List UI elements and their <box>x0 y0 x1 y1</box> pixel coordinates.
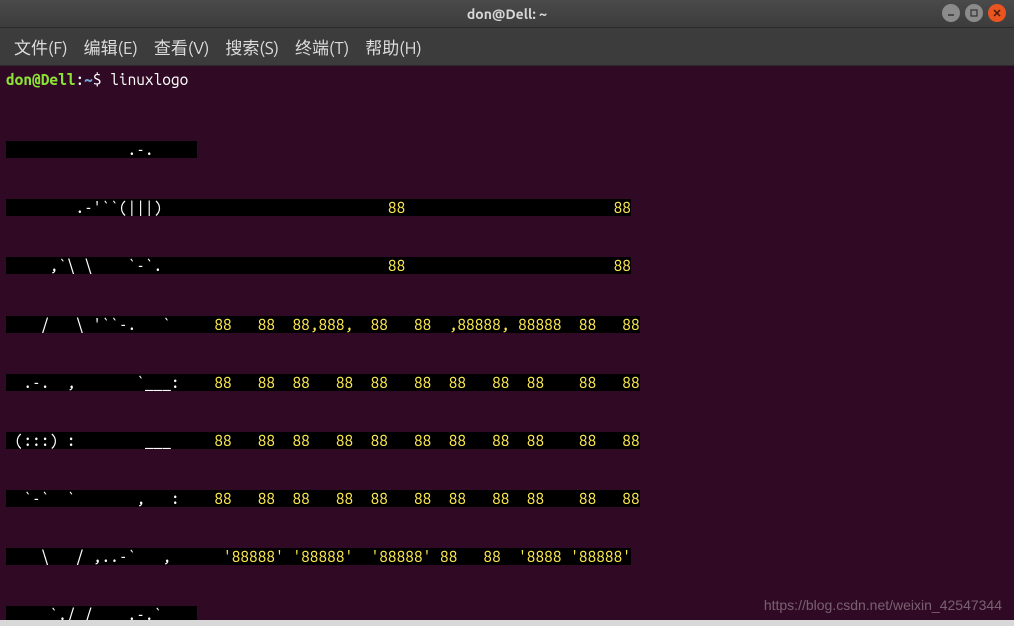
txt-l2: 88 88 <box>197 199 631 216</box>
menu-file[interactable]: 文件(F) <box>8 30 74 63</box>
title-bar[interactable]: don@Dell: ~ <box>0 0 1014 28</box>
menu-search[interactable]: 搜索(S) <box>219 30 285 63</box>
prompt-user-host: don@Dell <box>6 71 75 88</box>
maximize-button[interactable] <box>965 4 983 22</box>
tux-l4: / \ '``-. ` <box>6 316 197 333</box>
txt-l7: 88 88 88 88 88 88 88 88 88 88 88 <box>197 490 640 507</box>
terminal-body[interactable]: don@Dell:~$ linuxlogo .-. .-'``(|||) 88 … <box>0 66 1014 620</box>
txt-l6: 88 88 88 88 88 88 88 88 88 88 88 <box>197 432 640 449</box>
tux-l7: `-` ` , : <box>6 490 197 507</box>
tux-l2: .-'``(|||) <box>6 199 197 216</box>
tux-l9: `./ / .-.` <box>6 606 197 620</box>
close-button[interactable] <box>988 4 1006 22</box>
tux-l5: .-. , `___: <box>6 374 197 391</box>
terminal-window: don@Dell: ~ 文件(F) 编辑(E) 查看(V) 搜索(S) 终端(T… <box>0 0 1014 626</box>
prompt-line-1: don@Dell:~$ linuxlogo <box>6 70 1008 89</box>
prompt-sep: : <box>75 71 84 88</box>
menu-view[interactable]: 查看(V) <box>148 30 216 63</box>
watermark: https://blog.csdn.net/weixin_42547344 <box>764 597 1002 615</box>
tux-l6: (:::) : ___ <box>6 432 197 449</box>
prompt-dollar: $ <box>93 71 102 88</box>
tux-l8: \ / ,..-` , <box>6 548 197 565</box>
txt-l3: 88 88 <box>197 257 631 274</box>
menu-help[interactable]: 帮助(H) <box>359 30 428 63</box>
menu-bar: 文件(F) 编辑(E) 查看(V) 搜索(S) 终端(T) 帮助(H) <box>0 28 1014 66</box>
txt-l8: '88888' '88888' '88888' 88 88 '8888 '888… <box>197 548 631 565</box>
tux-l3: ,`\ \ `-`. <box>6 257 197 274</box>
bottom-border <box>0 620 1014 626</box>
tux-l1: .-. <box>6 141 197 158</box>
ascii-logo: .-. .-'``(|||) 88 88 ,`\ \ `-`. 88 88 / … <box>6 101 1008 620</box>
txt-l5: 88 88 88 88 88 88 88 88 88 88 88 <box>197 374 640 391</box>
command-text: linuxlogo <box>110 71 188 88</box>
menu-terminal[interactable]: 终端(T) <box>289 30 355 63</box>
minimize-button[interactable] <box>942 4 960 22</box>
txt-l4: 88 88 88,888, 88 88 ,88888, 88888 88 88 <box>197 316 640 333</box>
prompt-path: ~ <box>84 71 93 88</box>
menu-edit[interactable]: 编辑(E) <box>78 30 144 63</box>
window-controls <box>942 4 1006 22</box>
window-title: don@Dell: ~ <box>467 6 547 22</box>
